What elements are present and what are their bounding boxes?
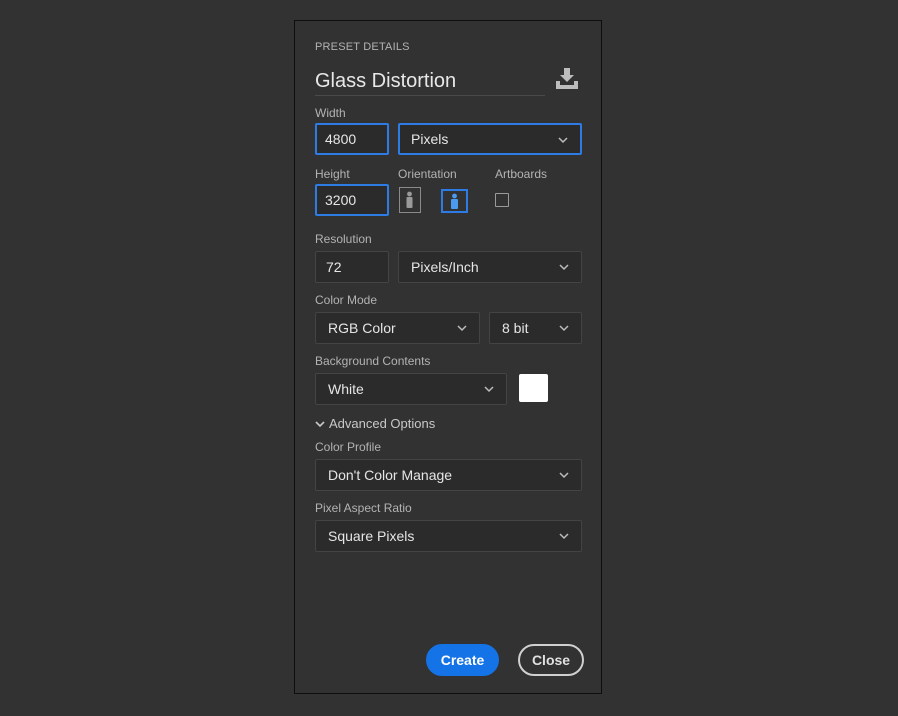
create-button[interactable]: Create	[426, 644, 499, 676]
height-input[interactable]: 3200	[315, 184, 389, 216]
resolution-unit-value: Pixels/Inch	[411, 259, 479, 275]
bit-depth-dropdown[interactable]: 8 bit	[489, 312, 582, 344]
resolution-label: Resolution	[315, 232, 372, 246]
width-unit-value: Pixels	[411, 131, 449, 147]
section-title: PRESET DETAILS	[315, 41, 410, 53]
color-mode-label: Color Mode	[315, 293, 378, 307]
width-label: Width	[315, 106, 346, 120]
color-profile-value: Don't Color Manage	[328, 467, 453, 483]
color-profile-dropdown[interactable]: Don't Color Manage	[315, 459, 582, 491]
color-mode-dropdown[interactable]: RGB Color	[315, 312, 480, 344]
chevron-down-icon	[457, 325, 467, 332]
color-profile-label: Color Profile	[315, 440, 382, 454]
pixel-aspect-ratio-dropdown[interactable]: Square Pixels	[315, 520, 582, 552]
advanced-options-label: Advanced Options	[329, 416, 436, 431]
height-label: Height	[315, 167, 350, 181]
preset-name-input[interactable]: Glass Distortion	[315, 67, 545, 96]
chevron-down-icon	[559, 325, 569, 332]
width-unit-dropdown[interactable]: Pixels	[398, 123, 582, 155]
advanced-options-toggle[interactable]: Advanced Options	[315, 416, 435, 431]
resolution-input[interactable]: 72	[315, 251, 389, 283]
artboards-checkbox[interactable]	[495, 193, 509, 207]
chevron-down-icon	[559, 264, 569, 271]
save-preset-icon[interactable]	[554, 67, 580, 91]
orientation-label: Orientation	[398, 167, 457, 181]
chevron-down-icon	[559, 533, 569, 540]
portrait-orientation-button[interactable]	[399, 187, 421, 213]
new-document-preset-panel: PRESET DETAILS Glass Distortion Width 48…	[294, 20, 602, 694]
landscape-orientation-button[interactable]	[441, 189, 468, 213]
background-contents-dropdown[interactable]: White	[315, 373, 507, 405]
pixel-aspect-ratio-value: Square Pixels	[328, 528, 415, 544]
resolution-unit-dropdown[interactable]: Pixels/Inch	[398, 251, 582, 283]
chevron-down-icon	[559, 472, 569, 479]
bit-depth-value: 8 bit	[502, 320, 529, 336]
background-contents-label: Background Contents	[315, 354, 431, 368]
chevron-down-icon	[484, 386, 494, 393]
artboards-label: Artboards	[495, 167, 548, 181]
chevron-down-icon	[315, 420, 325, 427]
close-button[interactable]: Close	[518, 644, 584, 676]
background-color-swatch[interactable]	[519, 374, 548, 402]
pixel-aspect-ratio-label: Pixel Aspect Ratio	[315, 501, 412, 515]
color-mode-value: RGB Color	[328, 320, 396, 336]
width-input[interactable]: 4800	[315, 123, 389, 155]
chevron-down-icon	[558, 137, 568, 144]
background-contents-value: White	[328, 381, 364, 397]
